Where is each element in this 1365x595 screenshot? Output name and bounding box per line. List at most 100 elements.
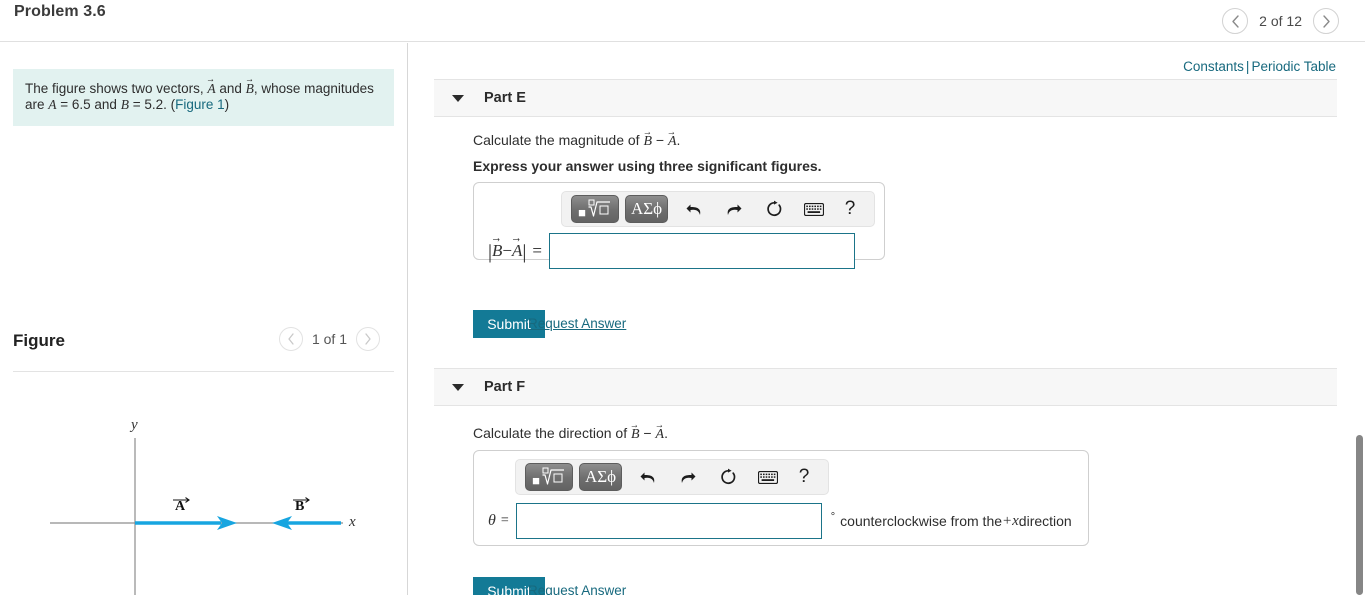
help-question-icon[interactable]: ? [789,462,819,492]
y-axis-label: y [131,417,138,433]
constants-link[interactable]: Constants [1183,59,1244,74]
magnitude-b-symbol: B [120,97,129,113]
magnitude-b-value: = 5.2. ( [128,97,176,113]
chevron-left-icon [1231,14,1239,28]
part-f-answer-card: ■ ΑΣϕ ? θ = ° counterclockwise from the … [473,450,1089,546]
part-e-math-toolbar: ■ ΑΣϕ ? [561,191,875,227]
part-f-request-answer-link[interactable]: Request Answer [528,583,626,595]
figure-header: Figure 1 of 1 [13,327,394,371]
statement-text-5: ) [224,97,230,113]
chevron-left-icon [288,333,294,345]
part-f-prompt-vec-a: A [656,427,665,443]
reset-icon[interactable] [709,462,747,492]
filled-square-icon: ■ [532,472,540,488]
reset-icon[interactable] [755,194,793,224]
chevron-right-icon [365,333,371,345]
figure-1-link[interactable]: Figure 1 [175,97,225,112]
problem-pager: 2 of 12 [1222,0,1339,42]
theta-symbol: θ [488,512,496,529]
part-e-answer-input[interactable] [549,233,855,269]
right-panel: Constants | Periodic Table Part E Calculat… [409,43,1365,595]
left-panel: The figure shows two vectors, A and B, w… [0,43,408,595]
part-e-prompt: Calculate the magnitude of B − A. [473,132,680,150]
x-axis-label: x [349,514,356,530]
math-template-button[interactable]: ■ [525,463,573,491]
statement-text-3: , whose magnitudes [253,81,374,96]
statement-text-2: and [215,81,246,96]
redo-icon[interactable] [715,194,753,224]
abs-bar-right: | [522,240,527,263]
part-e-prompt-pre: Calculate the magnitude of [473,132,644,148]
figure-pager: 1 of 1 [278,327,380,351]
part-e-request-answer-link[interactable]: Request Answer [528,316,626,331]
vector-a-symbol: A [207,81,215,97]
periodic-table-link[interactable]: Periodic Table [1251,59,1336,74]
statement-text-4: are [25,97,49,113]
vector-b-symbol: B [246,81,254,97]
vector-a-label: A [175,499,186,514]
problem-statement: The figure shows two vectors, A and B, w… [13,69,394,126]
part-e-prompt-post: . [676,132,681,148]
chevron-right-icon [1322,14,1330,28]
part-f-math-toolbar: ■ ΑΣϕ ? [515,459,829,495]
top-bar: Problem 3.6 2 of 12 [0,0,1365,42]
part-f-prompt-minus: − [639,425,656,441]
part-f-answer-input[interactable] [515,503,822,539]
filled-square-icon: ■ [578,204,586,220]
nth-root-icon [588,199,610,217]
degree-unit: ° [830,511,836,523]
part-f-prompt-pre: Calculate the direction of [473,425,631,441]
part-e-field-row: |B − A| = [488,233,855,269]
part-f-prompt: Calculate the direction of B − A. [473,425,668,443]
part-e-label: Part E [484,90,526,106]
statement-text-1: The figure shows two vectors, [25,81,208,96]
reference-links: Constants | Periodic Table [1183,59,1336,74]
keyboard-icon[interactable] [749,462,787,492]
field-vec-b: B [492,241,502,261]
plus-x-symbol: +x [1002,512,1019,529]
undo-icon[interactable] [675,194,713,224]
figure-pager-label: 1 of 1 [311,331,347,347]
field-equals: = [532,241,542,260]
part-e-answer-card: ■ ΑΣϕ ? | B → − A → | = [473,182,885,269]
part-header-f[interactable]: Part F [434,368,1337,406]
figure-diagram[interactable]: A B x y [13,376,394,595]
part-f-prompt-post: . [664,425,668,441]
part-f-field-row: θ = ° counterclockwise from the +x direc… [488,503,1072,539]
vector-b-label: B [295,499,305,514]
undo-icon[interactable] [629,462,667,492]
math-template-button[interactable]: ■ [571,195,619,223]
greek-symbols-button[interactable]: ΑΣϕ [625,195,668,223]
direction-note-post: direction [1018,513,1072,529]
figure-next-button[interactable] [356,327,380,351]
vectors-diagram-svg [50,438,343,595]
problem-page: Problem 3.6 2 of 12 The figure shows two… [0,0,1365,595]
field-vec-a: A [512,241,522,261]
prev-problem-button[interactable] [1222,8,1249,34]
part-e-instruction: Express your answer using three signific… [473,158,822,174]
caret-down-icon[interactable] [452,94,464,102]
part-e-prompt-vec-a: A [668,134,677,150]
part-f-label: Part F [484,379,526,395]
page-title: Problem 3.6 [14,3,106,20]
keyboard-icon[interactable] [795,194,833,224]
magnitude-a-symbol: A [48,97,57,113]
part-e-prompt-minus: − [652,132,668,148]
field-equals: = [500,513,509,528]
caret-down-icon[interactable] [452,383,464,391]
next-problem-button[interactable] [1313,8,1339,34]
problem-pager-label: 2 of 12 [1259,13,1302,29]
part-header-e[interactable]: Part E [434,79,1337,117]
help-question-icon[interactable]: ? [835,194,865,224]
figure-prev-button[interactable] [278,327,303,351]
greek-symbols-button[interactable]: ΑΣϕ [579,463,622,491]
figure-title: Figure [13,331,65,350]
nth-root-icon [542,467,564,485]
redo-icon[interactable] [669,462,707,492]
figure-divider [13,371,394,372]
magnitude-a-value: = 6.5 and [56,97,121,113]
part-f-prompt-vec-b: B [631,427,640,443]
part-e-prompt-vec-b: B [643,134,652,150]
direction-note: counterclockwise from the [840,513,1003,529]
page-scrollbar-thumb[interactable] [1356,435,1363,595]
